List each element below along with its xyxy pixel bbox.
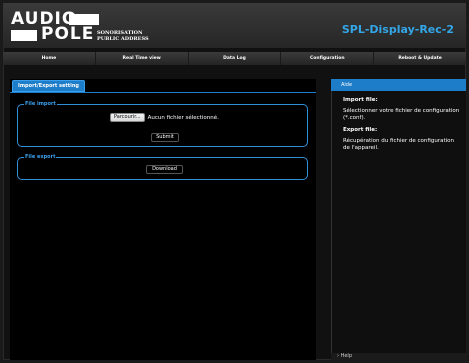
- logo-sub-line2: PUBLIC ADDRESS: [97, 36, 149, 42]
- audiopole-logo: AUDIO POLE SONORISATION PUBLIC ADDRESS: [11, 11, 161, 45]
- nav-data-log[interactable]: Data Log: [189, 52, 282, 65]
- nav-configuration[interactable]: Configuration: [281, 52, 375, 65]
- file-import-legend: File import: [24, 101, 57, 108]
- tab-underline: [10, 92, 316, 93]
- nav-home[interactable]: Home: [3, 52, 96, 65]
- aide-import-heading: Import file:: [343, 97, 378, 103]
- main-nav: Home Real Time view Data Log Configurati…: [3, 52, 466, 65]
- submit-button[interactable]: Submit: [151, 133, 179, 142]
- logo-pole-text: POLE: [41, 24, 95, 44]
- help-label: Help: [340, 353, 352, 359]
- file-input[interactable]: Parcourir... Aucun fichier sélectionné.: [110, 113, 219, 122]
- logo-bar: [11, 30, 37, 41]
- aide-export-heading: Export file:: [343, 127, 378, 133]
- browse-button[interactable]: Parcourir...: [110, 113, 145, 122]
- nav-reboot-update[interactable]: Reboot & Update: [374, 52, 466, 65]
- aide-body: Import file: Sélectionner votre fichier …: [343, 97, 461, 157]
- logo-subtitle: SONORISATION PUBLIC ADDRESS: [97, 30, 149, 42]
- file-status-text: Aucun fichier sélectionné.: [147, 114, 219, 121]
- header: AUDIO POLE SONORISATION PUBLIC ADDRESS S…: [3, 3, 466, 48]
- site-title: SPL-Display-Rec-2: [341, 23, 454, 36]
- download-button[interactable]: Download: [146, 165, 183, 174]
- tab-import-export[interactable]: Import/Export setting: [12, 80, 85, 92]
- aide-export-text: Récupération du fichier de configuration…: [343, 138, 454, 151]
- help-toggle[interactable]: › Help: [331, 353, 466, 360]
- file-export-legend: File export: [24, 154, 57, 161]
- nav-real-time-view[interactable]: Real Time view: [96, 52, 189, 65]
- aide-title: Aide: [331, 79, 466, 91]
- aide-import-text: Sélectionner votre fichier de configurat…: [343, 108, 460, 121]
